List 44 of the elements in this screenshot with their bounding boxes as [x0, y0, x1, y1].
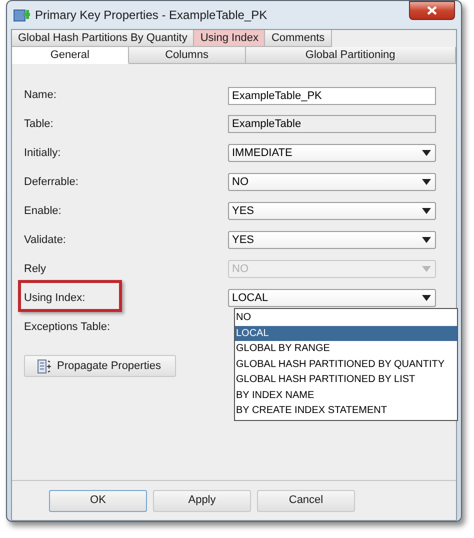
- dialog-button[interactable]: OK: [49, 490, 147, 512]
- table-field: ExampleTable: [228, 115, 436, 133]
- close-button[interactable]: [409, 1, 455, 20]
- dropdown[interactable]: YES: [228, 202, 436, 220]
- tab[interactable]: General: [12, 47, 129, 64]
- field-label: Using Index:: [24, 290, 86, 306]
- tab[interactable]: Global Partitioning: [246, 47, 456, 64]
- field-label: Rely: [24, 262, 46, 277]
- field-label: Validate:: [24, 232, 66, 248]
- dropdown-option[interactable]: GLOBAL HASH PARTITIONED BY LIST: [235, 372, 457, 388]
- dropdown-option[interactable]: LOCAL: [235, 326, 457, 341]
- window-icon: [13, 6, 30, 24]
- propagate-icon: [37, 358, 53, 374]
- dialog-button[interactable]: Cancel: [257, 490, 355, 512]
- name-field[interactable]: ExampleTable_PK: [228, 87, 436, 105]
- close-icon: [427, 6, 437, 15]
- dropdown-option[interactable]: NO: [235, 310, 457, 326]
- dropdown-option[interactable]: GLOBAL BY RANGE: [235, 341, 457, 356]
- field-label: Enable:: [24, 204, 62, 219]
- field-label: Initially:: [24, 146, 61, 161]
- caret-icon: [422, 150, 431, 156]
- caret-icon: [422, 295, 431, 301]
- window-title: Primary Key Properties - ExampleTable_PK: [35, 7, 268, 24]
- tab[interactable]: Comments: [265, 30, 332, 47]
- dropdown-option[interactable]: BY INDEX NAME: [235, 388, 457, 403]
- caret-icon: [422, 266, 431, 272]
- field-label: Deferrable:: [24, 174, 78, 190]
- dropdown[interactable]: IMMEDIATE: [228, 144, 436, 162]
- field-label: Exceptions Table:: [24, 320, 110, 335]
- dropdown-option[interactable]: BY CREATE INDEX STATEMENT: [235, 403, 457, 418]
- caret-icon: [422, 179, 431, 185]
- dialog-button[interactable]: Apply: [153, 490, 251, 512]
- dropdown-option[interactable]: GLOBAL HASH PARTITIONED BY QUANTITY: [235, 356, 457, 372]
- propagate-button[interactable]: Propagate Properties: [24, 355, 176, 377]
- tab[interactable]: Global Hash Partitions By Quantity: [12, 30, 194, 47]
- dropdown[interactable]: YES: [228, 231, 436, 249]
- caret-icon: [422, 208, 431, 214]
- field-label: Name:: [24, 88, 56, 103]
- caret-icon: [422, 237, 431, 243]
- tab[interactable]: Using Index: [194, 30, 266, 47]
- tab[interactable]: Columns: [128, 47, 246, 64]
- dropdown[interactable]: LOCAL: [228, 289, 436, 307]
- field-label: Table:: [24, 116, 54, 132]
- dropdown[interactable]: NO: [228, 173, 436, 191]
